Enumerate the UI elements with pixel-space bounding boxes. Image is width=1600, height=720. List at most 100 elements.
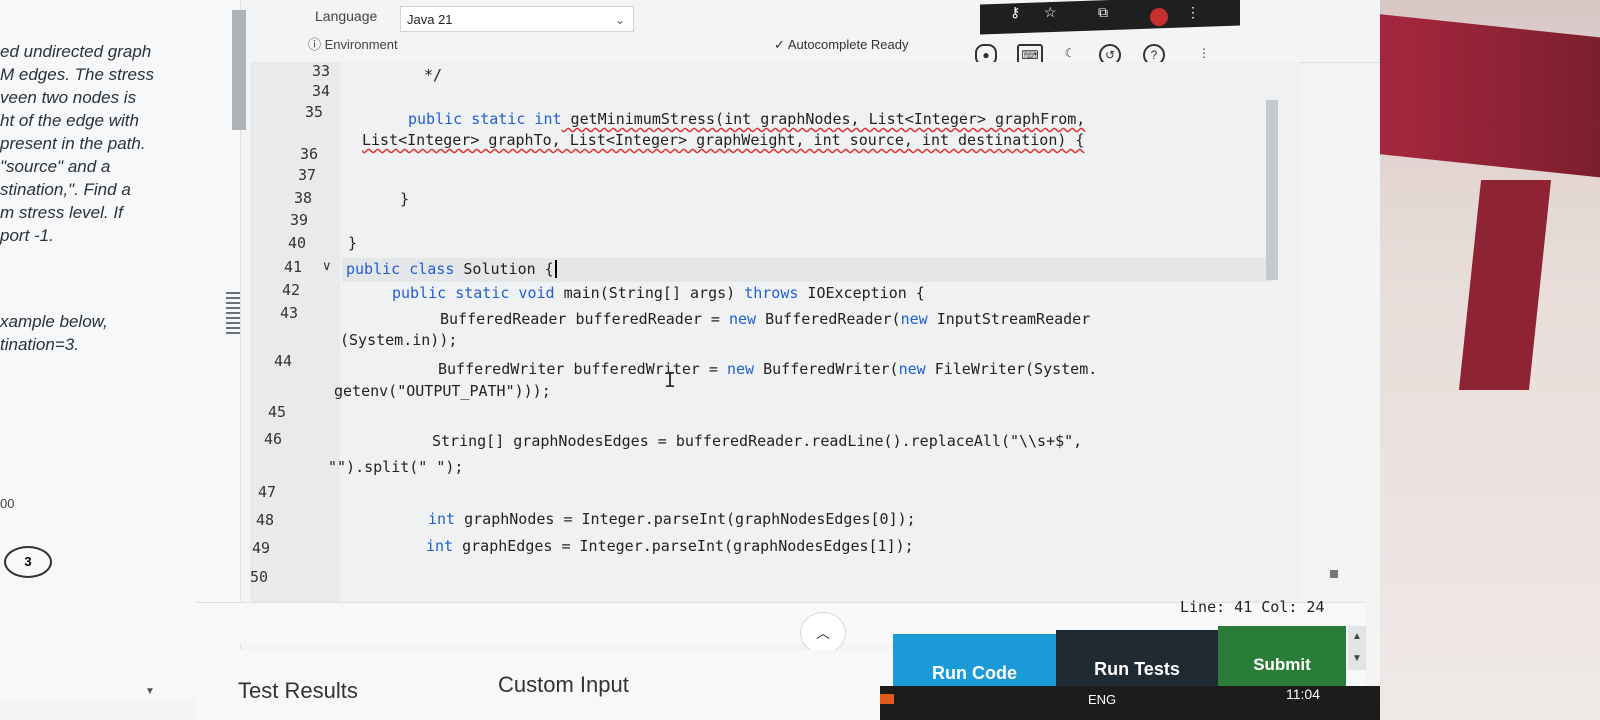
- autocomplete-label: Autocomplete Ready: [787, 37, 909, 52]
- problem-statement: ed undirected graph M edges. The stress …: [0, 40, 240, 247]
- line-number: 49: [252, 539, 271, 557]
- code-line: BufferedWriter bufferedWriter = new Buff…: [438, 360, 1097, 378]
- code-text: FileWriter(System.: [925, 360, 1098, 378]
- line-number: 33: [312, 62, 331, 80]
- editor-scrollbar[interactable]: [1266, 100, 1278, 280]
- key-icon[interactable]: ⚷: [1010, 4, 1020, 21]
- keyboard-language[interactable]: ENG: [1088, 692, 1116, 707]
- scroll-stepper[interactable]: ▲ ▼: [1348, 626, 1366, 670]
- graph-fragment-label: 00: [0, 496, 15, 511]
- star-icon[interactable]: ☆: [1044, 4, 1057, 21]
- language-label: Language: [315, 8, 378, 24]
- code-line: }: [348, 234, 358, 252]
- code-line: String[] graphNodesEdges = bufferedReade…: [432, 432, 1083, 450]
- problem-line: present in the path.: [0, 134, 146, 153]
- code-line: int graphEdges = Integer.parseInt(graphN…: [426, 537, 914, 555]
- info-icon: ⓘ: [308, 37, 322, 52]
- line-number: 35: [305, 103, 324, 121]
- editor-scroll-marker: [1330, 570, 1338, 578]
- example-line: tination=3.: [0, 335, 79, 354]
- code-text: Solution {: [454, 260, 554, 278]
- code-text: getMinimumStress(int graphNodes, List<In…: [561, 110, 1086, 128]
- code-line: */: [424, 66, 443, 84]
- line-number: 36: [300, 145, 319, 163]
- cursor-position: Line: 41 Col: 24: [1180, 598, 1325, 616]
- taskbar-app-icon[interactable]: [880, 694, 894, 704]
- problem-line: port -1.: [0, 226, 54, 245]
- line-number: 44: [274, 352, 293, 370]
- line-number: 42: [282, 281, 301, 299]
- problem-line: stination,". Find a: [0, 180, 131, 199]
- line-number: 39: [290, 211, 309, 229]
- code-line: }: [400, 190, 410, 208]
- example-text: xample below, tination=3.: [0, 310, 108, 356]
- problem-line: ed undirected graph: [0, 42, 152, 61]
- problem-line: m stress level. If: [0, 203, 123, 222]
- line-number: 41: [284, 258, 303, 276]
- code-keyword: new: [728, 310, 757, 328]
- chevron-up-icon[interactable]: ︿: [800, 612, 846, 654]
- code-text: IOException {: [798, 284, 925, 302]
- tab-test-results[interactable]: Test Results: [238, 678, 358, 704]
- code-text: InputStreamReader: [927, 310, 1091, 328]
- fold-chevron-icon[interactable]: ∨: [322, 258, 332, 274]
- line-number: 37: [298, 166, 317, 184]
- line-number: 48: [256, 511, 275, 529]
- code-keyword: public static void: [392, 284, 555, 302]
- line-number: 45: [268, 403, 287, 421]
- code-line: public class Solution {: [346, 260, 557, 278]
- graph-node: 3: [4, 546, 52, 578]
- code-text: main(String[] args): [554, 284, 745, 302]
- problem-line: veen two nodes is: [0, 88, 137, 107]
- code-keyword: new: [898, 360, 926, 378]
- code-line: BufferedReader bufferedReader = new Buff…: [440, 310, 1090, 328]
- code-text: graphEdges = Integer.parseInt(graphNodes…: [453, 537, 914, 555]
- line-number: 47: [258, 483, 277, 501]
- kebab-menu-icon[interactable]: ⋮: [1186, 4, 1200, 21]
- code-keyword: new: [726, 360, 755, 378]
- tab-custom-input[interactable]: Custom Input: [498, 672, 629, 698]
- environment-link[interactable]: ⓘ Environment: [308, 34, 398, 53]
- code-line: public static int getMinimumStress(int g…: [408, 110, 1085, 128]
- code-text: List<Integer> graphTo, List<Integer> gra…: [362, 131, 1085, 149]
- problem-scrollbar[interactable]: [232, 10, 246, 130]
- extensions-icon[interactable]: ⧉: [1098, 4, 1108, 21]
- code-line: "").split(" ");: [328, 458, 464, 476]
- chevron-down-icon: ⌄: [614, 13, 625, 27]
- code-text: BufferedWriter(: [754, 360, 899, 378]
- line-number: 46: [264, 430, 283, 448]
- code-text: BufferedReader bufferedReader =: [440, 310, 729, 328]
- environment-label: Environment: [324, 37, 398, 52]
- language-value: Java 21: [407, 12, 453, 27]
- code-keyword: public class: [346, 260, 455, 278]
- problem-panel: ed undirected graph M edges. The stress …: [0, 0, 246, 700]
- line-number: 43: [280, 304, 299, 322]
- autocomplete-status[interactable]: ✓ Autocomplete Ready: [774, 37, 909, 53]
- code-keyword: int: [426, 537, 454, 555]
- code-line: public static void main(String[] args) t…: [392, 284, 925, 302]
- clock[interactable]: 11:04: [1286, 686, 1320, 702]
- code-text: BufferedReader(: [756, 310, 901, 328]
- example-line: xample below,: [0, 312, 108, 331]
- line-number: 50: [250, 568, 269, 586]
- text-cursor-ibeam-icon: I: [664, 368, 677, 392]
- chevron-down-icon[interactable]: ▼: [145, 686, 165, 697]
- code-line: (System.in));: [340, 331, 458, 349]
- code-keyword: new: [900, 310, 928, 328]
- code-line: int graphNodes = Integer.parseInt(graphN…: [428, 510, 916, 528]
- problem-line: "source" and a: [0, 157, 111, 176]
- line-number: 40: [288, 234, 307, 252]
- code-keyword: public static int: [408, 110, 562, 128]
- language-select[interactable]: Java 21 ⌄: [400, 6, 634, 32]
- screen: ed undirected graph M edges. The stress …: [0, 0, 1380, 720]
- code-text: graphNodes = Integer.parseInt(graphNodes…: [455, 510, 916, 528]
- panel-resize-handle[interactable]: [226, 292, 240, 336]
- code-text: BufferedWriter bufferedWriter =: [438, 360, 727, 378]
- code-keyword: throws: [744, 284, 799, 302]
- problem-line: ht of the edge with: [0, 111, 139, 130]
- code-keyword: int: [428, 510, 456, 528]
- text-cursor: [554, 260, 557, 278]
- profile-avatar[interactable]: [1150, 8, 1168, 26]
- line-number: 38: [294, 189, 313, 207]
- code-line: getenv("OUTPUT_PATH")));: [334, 382, 551, 400]
